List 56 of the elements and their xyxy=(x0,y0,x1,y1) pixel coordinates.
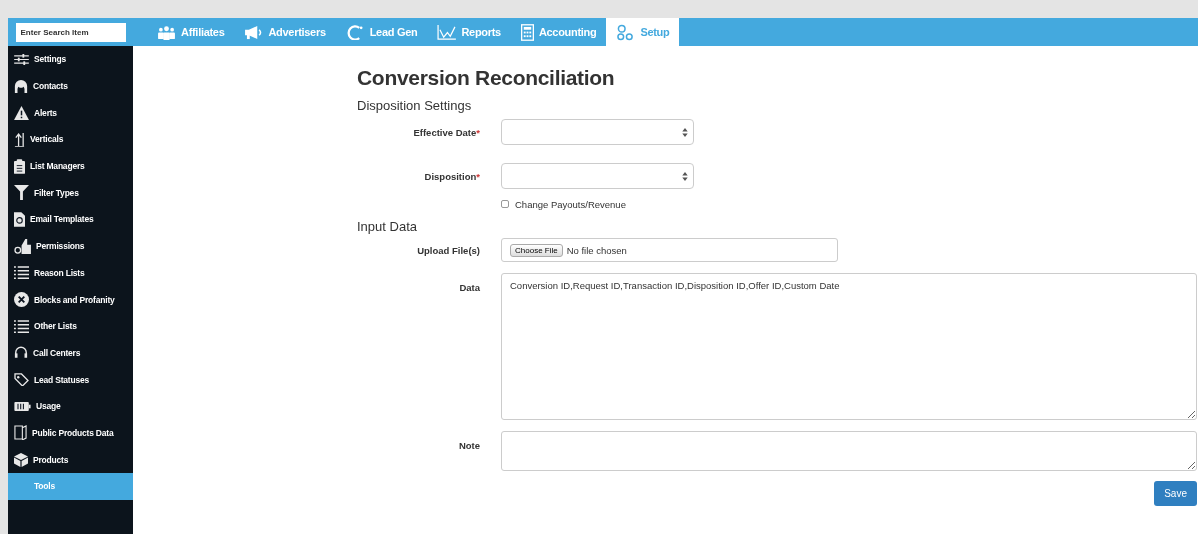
field-label: Upload File(s) xyxy=(416,244,480,256)
checkbox-label: Change Payouts/Revenue xyxy=(515,198,626,210)
clipboard-icon xyxy=(14,158,25,174)
book-icon xyxy=(14,425,27,441)
section-heading: Input Data xyxy=(357,219,418,234)
sidebar-item[interactable]: Email Templates xyxy=(8,206,133,233)
section-heading: Disposition Settings xyxy=(357,98,473,113)
sidebar-item[interactable]: Blocks and Profanity xyxy=(8,286,133,313)
sidebar-item[interactable]: Alerts xyxy=(8,99,133,127)
sidebar-item[interactable]: Public Products Data xyxy=(8,419,133,447)
choose-file-button[interactable]: Choose File xyxy=(510,243,563,257)
sidebar-item[interactable]: Products xyxy=(8,446,133,473)
field-label: Effective Date* xyxy=(412,126,480,138)
line-chart-icon xyxy=(437,24,457,40)
sidebar-item[interactable]: Lead Statuses xyxy=(8,366,133,393)
file-status: No file chosen xyxy=(566,244,627,256)
arrow-up-icon xyxy=(14,131,25,147)
headset-icon xyxy=(14,345,28,361)
sidebar-item[interactable]: Other Lists xyxy=(8,312,133,340)
megaphone-icon xyxy=(244,24,264,40)
thumbs-up-icon xyxy=(14,238,31,254)
battery-icon xyxy=(14,401,31,411)
updown-caret-icon xyxy=(682,127,688,137)
page-title: Conversion Reconciliation xyxy=(357,66,616,90)
close-circle-icon xyxy=(14,292,29,308)
list-icon xyxy=(14,318,29,334)
text-area[interactable]: Conversion ID,Request ID,Transaction ID,Disposition ID,Offer ID,Custom Date xyxy=(501,273,1197,420)
sidebar-item[interactable]: Call Centers xyxy=(8,339,133,367)
text-area[interactable] xyxy=(501,431,1197,471)
sidebar-item[interactable]: Reason Lists xyxy=(8,259,133,287)
nodes-icon xyxy=(616,23,636,41)
search-field[interactable]: Enter Search Item xyxy=(15,22,126,42)
sidebar-item[interactable]: List Managers xyxy=(8,152,133,180)
sidebar-item[interactable]: Permissions xyxy=(8,232,133,260)
field-label: Note xyxy=(457,439,480,451)
select-field[interactable] xyxy=(501,163,694,189)
people-icon xyxy=(157,24,176,40)
sidebar-item[interactable]: Verticals xyxy=(8,126,133,153)
checkbox[interactable] xyxy=(501,200,509,208)
list-icon xyxy=(14,265,29,281)
sidebar-item[interactable]: Filter Types xyxy=(8,179,133,207)
sliders-icon xyxy=(14,53,29,65)
cube-icon xyxy=(14,452,28,467)
calculator-icon xyxy=(520,23,534,41)
document-icon xyxy=(14,211,25,227)
sidebar-item[interactable]: Usage xyxy=(8,392,133,420)
field-label: Data xyxy=(458,281,480,293)
field-label: Disposition* xyxy=(423,170,480,182)
tag-icon xyxy=(14,373,29,387)
save-button[interactable]: Save xyxy=(1154,481,1197,506)
sidebar-item[interactable]: Settings xyxy=(8,46,133,73)
warning-icon xyxy=(14,105,29,120)
updown-caret-icon xyxy=(682,171,688,181)
funnel-icon xyxy=(14,185,29,201)
sidebar-item[interactable]: Contacts xyxy=(8,72,133,100)
select-field[interactable] xyxy=(501,119,694,145)
